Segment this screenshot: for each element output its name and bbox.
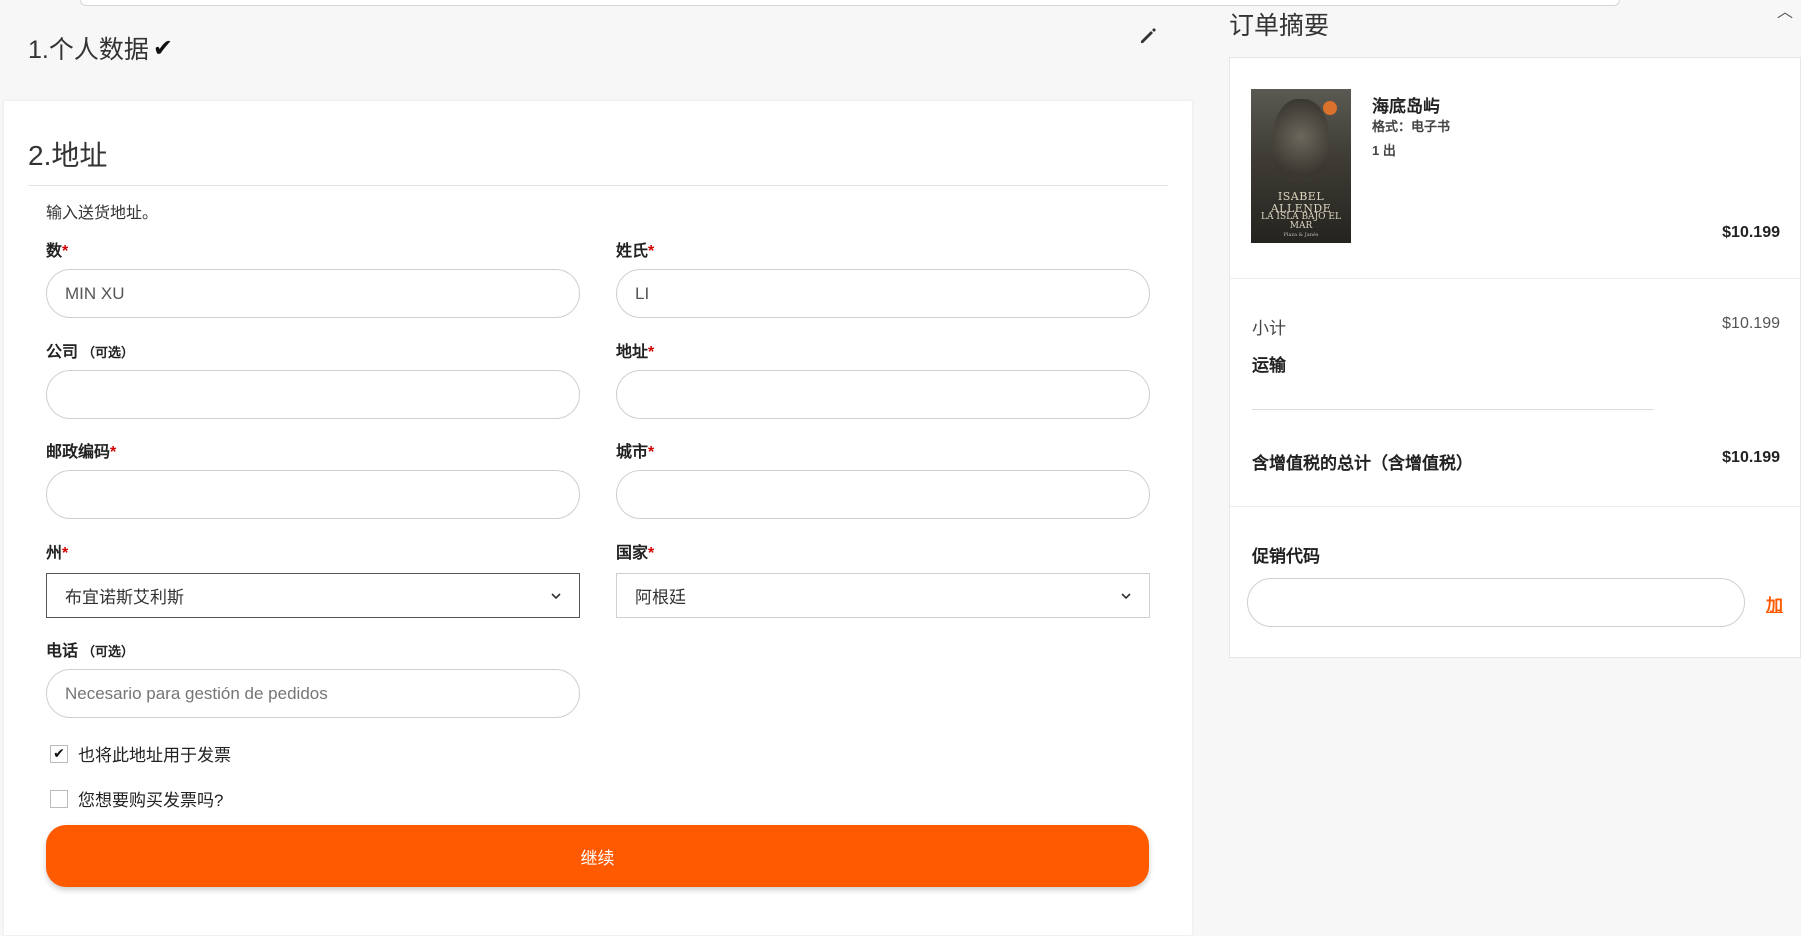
checkmark-icon: ✔ [152, 34, 173, 62]
total-label: 含增值税的总计（含增值税） [1252, 454, 1473, 473]
first-name-input[interactable] [46, 269, 580, 318]
total-value: $10.199 [1722, 449, 1780, 466]
want-invoice-checkbox[interactable] [50, 789, 68, 808]
promo-add-link[interactable]: 加 [1766, 591, 1783, 616]
divider [1252, 409, 1654, 410]
state-label: 州* [46, 545, 69, 562]
billing-same-label: 也将此地址用于发票 [78, 746, 231, 765]
divider [1230, 506, 1801, 507]
chevron-up-icon[interactable]: ︿ [1777, 0, 1793, 22]
divider [1230, 278, 1801, 279]
address-label: 地址* [616, 344, 655, 361]
first-name-label: 数* [46, 243, 69, 260]
want-invoice-label: 您想要购买发票吗? [78, 791, 224, 810]
subtotal-label: 小计 [1252, 319, 1286, 338]
order-summary-title: 订单摘要 [1229, 12, 1330, 40]
cover-author: ISABEL ALLENDE [1270, 190, 1332, 215]
address-input[interactable] [616, 370, 1150, 419]
promo-code-input[interactable] [1247, 578, 1745, 627]
billing-same-checkbox[interactable]: ✔ [50, 744, 68, 763]
order-summary-panel: ISABEL ALLENDE LA ISLA BAJO EL MAR Plaza… [1229, 57, 1801, 658]
postcode-input[interactable] [46, 470, 580, 519]
product-title: 海底岛屿 [1372, 97, 1440, 116]
subtotal-value: $10.199 [1722, 315, 1780, 332]
product-format: 格式：电子书 [1372, 119, 1451, 134]
postcode-label: 邮政编码* [46, 444, 117, 461]
cover-publisher: Plaza & Janés [1283, 232, 1319, 238]
last-name-input[interactable] [616, 269, 1150, 318]
divider [28, 185, 1168, 186]
continue-button[interactable]: 继续 [46, 825, 1149, 887]
book-cover-image: ISABEL ALLENDE LA ISLA BAJO EL MAR Plaza… [1251, 89, 1351, 243]
city-label: 城市* [616, 444, 655, 461]
address-step-card: 2.地址 输入送货地址。 数* 姓氏* 公司（可选） 地址* 邮政编码* 城市*… [4, 101, 1192, 935]
last-name-label: 姓氏* [616, 243, 655, 260]
state-selected-value: 布宜诺斯艾利斯 [65, 588, 184, 607]
phone-input[interactable] [46, 669, 580, 718]
country-select[interactable]: 阿根廷 [616, 573, 1150, 618]
shipping-label: 运输 [1252, 356, 1286, 375]
state-select[interactable]: 布宜诺斯艾利斯 [46, 573, 580, 618]
city-input[interactable] [616, 470, 1150, 519]
phone-label: 电话 （可选） [46, 643, 135, 660]
address-intro-text: 输入送货地址。 [46, 205, 159, 222]
product-quantity: 1 出 [1372, 143, 1396, 158]
billing-same-checkbox-row[interactable]: ✔ 也将此地址用于发票 [50, 741, 231, 766]
country-selected-value: 阿根廷 [635, 588, 686, 607]
step-personal-data-header[interactable]: 1.个人数据 ✔ [28, 30, 173, 66]
product-price: $10.199 [1722, 224, 1780, 241]
want-invoice-checkbox-row[interactable]: 您想要购买发票吗? [50, 786, 223, 811]
company-label: 公司 （可选） [46, 344, 135, 361]
chevron-down-icon [1121, 592, 1131, 599]
cover-portrait [1273, 99, 1329, 183]
company-input[interactable] [46, 370, 580, 419]
chevron-down-icon [551, 592, 561, 599]
browser-top-bar [80, 0, 1620, 6]
step-address-title: 2.地址 [28, 140, 108, 171]
promo-code-label: 促销代码 [1252, 547, 1320, 566]
cover-flower [1323, 101, 1337, 115]
pencil-edit-icon[interactable] [1138, 26, 1158, 46]
step-personal-data-title: 1.个人数据 [28, 36, 149, 64]
checkmark-icon: ✔ [53, 745, 65, 761]
cover-book-title: LA ISLA BAJO EL MAR [1261, 212, 1341, 232]
country-label: 国家* [616, 545, 655, 562]
